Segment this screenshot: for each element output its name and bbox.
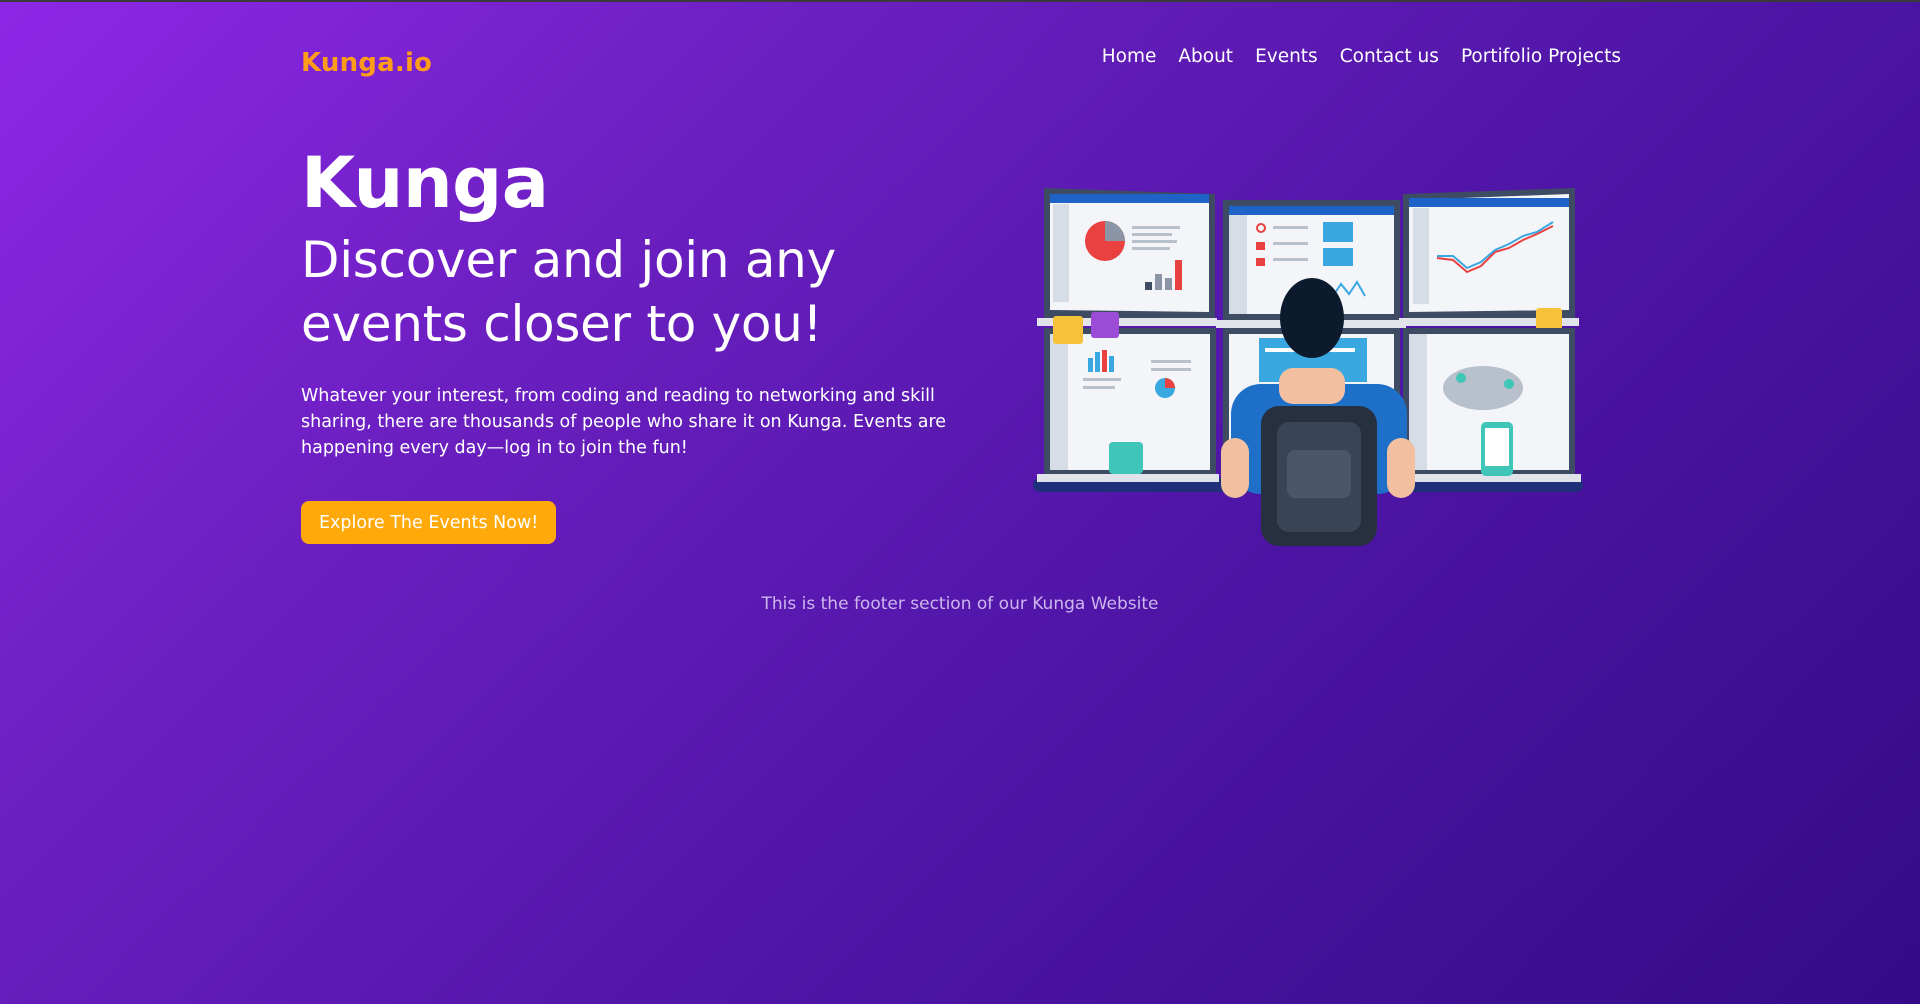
hero-description: Whatever your interest, from coding and … [301,386,947,458]
illustration-svg [1033,188,1583,546]
hero-section: Kunga Discover and join any events close… [301,142,961,544]
main-nav: Home About Events Contact us Portifolio … [1102,46,1621,67]
monitor-top-right [1399,188,1579,334]
nav-contact-link[interactable]: Contact us [1340,46,1439,67]
top-border [0,0,1920,2]
person-at-monitors-illustration [1033,178,1583,556]
hero-subtitle: Discover and join any events closer to y… [301,231,836,353]
hero-title: Kunga [301,142,549,224]
monitor-bottom-left [1037,312,1219,482]
monitor-top-left [1037,188,1217,326]
explore-events-button[interactable]: Explore The Events Now! [301,501,557,544]
site-header: Kunga.io Home About Events Contact us Po… [301,44,1621,84]
nav-about-link[interactable]: About [1178,46,1233,67]
monitor-bottom-right [1399,328,1581,482]
nav-portfolio-link[interactable]: Portifolio Projects [1461,46,1621,67]
site-footer: This is the footer section of our Kunga … [761,594,1159,614]
nav-events-link[interactable]: Events [1255,46,1318,67]
nav-home-link[interactable]: Home [1102,46,1157,67]
brand-logo[interactable]: Kunga.io [301,48,432,78]
